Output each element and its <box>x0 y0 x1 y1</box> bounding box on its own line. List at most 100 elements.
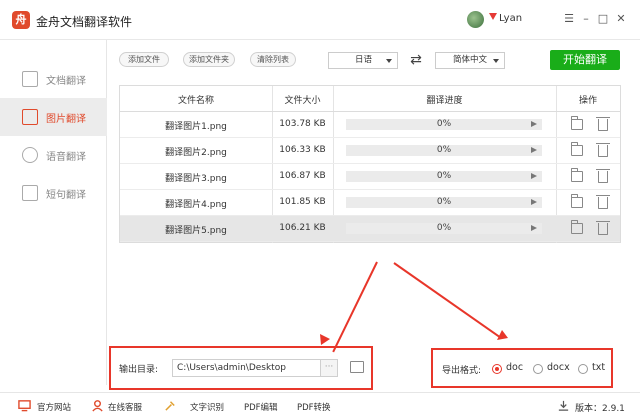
footer-pdf-edit-link[interactable]: PDF编辑 <box>244 401 278 413</box>
arrowhead-shape <box>497 330 508 340</box>
progress-text: 0% <box>436 145 452 155</box>
download-icon <box>558 400 569 411</box>
annotation-arrow <box>393 262 502 339</box>
customer-service-icon <box>92 400 103 412</box>
folder-icon[interactable] <box>571 142 583 156</box>
header-actions: 操作 <box>578 96 597 106</box>
source-language-select[interactable]: 日语 <box>328 52 398 69</box>
sidebar-item-label: 短句翻译 <box>46 189 86 201</box>
sidebar-item-image-translate[interactable]: 图片翻译 <box>0 98 107 136</box>
file-name: 翻译图片5.png <box>165 226 227 236</box>
progress-text: 0% <box>436 119 452 129</box>
progress-bar: 0% <box>346 171 542 182</box>
image-icon <box>22 109 38 125</box>
sidebar-item-label: 语音翻译 <box>46 151 86 163</box>
footer-website-link[interactable]: 官方网站 <box>37 401 71 413</box>
browse-button[interactable]: ··· <box>320 359 338 377</box>
footer-bar: 官方网站 在线客服 文字识别 PDF编辑 PDF转换 版本：2.9.1 <box>0 392 640 420</box>
header-file-size: 文件大小 <box>284 96 321 106</box>
export-format-highlight: 导出格式: doc docx txt <box>431 348 613 388</box>
output-directory-label: 输出目录: <box>119 365 159 375</box>
table-row[interactable]: 翻译图片5.png 106.21 KB 0% <box>120 216 620 242</box>
sidebar-item-label: 文档翻译 <box>46 75 86 87</box>
footer-ocr-link[interactable]: 文字识别 <box>190 401 224 413</box>
app-logo-icon: 舟 <box>12 11 30 29</box>
menu-button[interactable]: ☰ <box>562 11 576 27</box>
radio-doc-label[interactable]: doc <box>506 362 523 373</box>
minimize-button[interactable]: – <box>579 11 593 27</box>
play-icon[interactable] <box>531 199 537 205</box>
sidebar-item-document-translate[interactable]: 文档翻译 <box>0 60 107 98</box>
radio-docx-label[interactable]: docx <box>547 362 570 373</box>
trash-icon[interactable] <box>596 221 610 235</box>
chevron-down-icon <box>493 59 499 63</box>
user-avatar[interactable] <box>467 11 484 28</box>
progress-bar: 0% <box>346 119 542 130</box>
trash-icon[interactable] <box>596 169 610 183</box>
footer-support-link[interactable]: 在线客服 <box>108 401 142 413</box>
table-header: 文件名称 文件大小 翻译进度 操作 <box>120 86 620 112</box>
table-row[interactable]: 翻译图片2.png 106.33 KB 0% <box>120 138 620 164</box>
table-row[interactable]: 翻译图片4.png 101.85 KB 0% <box>120 190 620 216</box>
close-button[interactable]: ✕ <box>614 11 628 27</box>
folder-icon[interactable] <box>571 116 583 130</box>
target-language-value: 简体中文 <box>453 55 488 65</box>
file-size: 103.78 KB <box>279 119 326 129</box>
output-path-input[interactable]: C:\Users\admin\Desktop <box>172 359 335 377</box>
progress-text: 0% <box>436 171 452 181</box>
add-file-button[interactable]: 添加文件 <box>119 52 169 67</box>
output-directory-highlight: 输出目录: C:\Users\admin\Desktop ··· <box>109 346 373 390</box>
folder-icon[interactable] <box>571 220 583 234</box>
add-folder-button[interactable]: 添加文件夹 <box>183 52 235 67</box>
play-icon[interactable] <box>531 225 537 231</box>
file-name: 翻译图片1.png <box>165 122 227 132</box>
table-row[interactable]: 翻译图片1.png 103.78 KB 0% <box>120 112 620 138</box>
progress-bar: 0% <box>346 223 542 234</box>
target-language-select[interactable]: 简体中文 <box>435 52 505 69</box>
source-language-value: 日语 <box>355 55 373 65</box>
open-folder-icon[interactable] <box>350 361 364 373</box>
start-translate-button[interactable]: 开始翻译 <box>550 50 620 70</box>
sidebar-item-voice-translate[interactable]: 语音翻译 <box>0 136 107 174</box>
trash-icon[interactable] <box>596 195 610 209</box>
export-format-label: 导出格式: <box>442 366 482 376</box>
vip-diamond-icon <box>489 13 497 20</box>
file-name: 翻译图片2.png <box>165 148 227 158</box>
file-size: 101.85 KB <box>279 197 326 207</box>
maximize-button[interactable]: □ <box>596 11 610 27</box>
app-title: 金舟文档翻译软件 <box>36 15 133 29</box>
play-icon[interactable] <box>531 147 537 153</box>
ocr-icon <box>165 401 175 411</box>
chevron-down-icon <box>386 59 392 63</box>
file-name: 翻译图片3.png <box>165 174 227 184</box>
annotation-arrowhead <box>497 330 508 340</box>
radio-txt-label[interactable]: txt <box>592 362 605 373</box>
sidebar: 文档翻译 图片翻译 语音翻译 短句翻译 <box>0 40 107 385</box>
radio-docx[interactable] <box>533 364 543 374</box>
play-icon[interactable] <box>531 173 537 179</box>
footer-pdf-convert-link[interactable]: PDF转换 <box>297 401 331 413</box>
clear-list-button[interactable]: 清除列表 <box>250 52 296 67</box>
file-size: 106.33 KB <box>279 145 326 155</box>
microphone-icon <box>22 147 38 163</box>
sidebar-item-sentence-translate[interactable]: 短句翻译 <box>0 174 107 212</box>
title-bar: 舟 金舟文档翻译软件 Lyan ☰ – □ ✕ <box>0 0 640 40</box>
file-table: 文件名称 文件大小 翻译进度 操作 翻译图片1.png 103.78 KB 0%… <box>119 85 621 243</box>
radio-txt[interactable] <box>578 364 588 374</box>
trash-icon[interactable] <box>596 117 610 131</box>
header-file-name: 文件名称 <box>177 96 214 106</box>
file-size: 106.87 KB <box>279 171 326 181</box>
folder-icon[interactable] <box>571 194 583 208</box>
text-icon <box>22 185 38 201</box>
play-icon[interactable] <box>531 121 537 127</box>
table-row[interactable]: 翻译图片3.png 106.87 KB 0% <box>120 164 620 190</box>
annotation-arrowhead <box>320 334 330 345</box>
progress-text: 0% <box>436 197 452 207</box>
folder-icon[interactable] <box>571 168 583 182</box>
trash-icon[interactable] <box>596 143 610 157</box>
swap-languages-icon[interactable]: ⇄ <box>408 52 424 68</box>
file-size: 106.21 KB <box>279 223 326 233</box>
annotation-arrow <box>332 261 378 353</box>
radio-doc[interactable] <box>492 364 502 374</box>
username[interactable]: Lyan <box>499 13 522 24</box>
